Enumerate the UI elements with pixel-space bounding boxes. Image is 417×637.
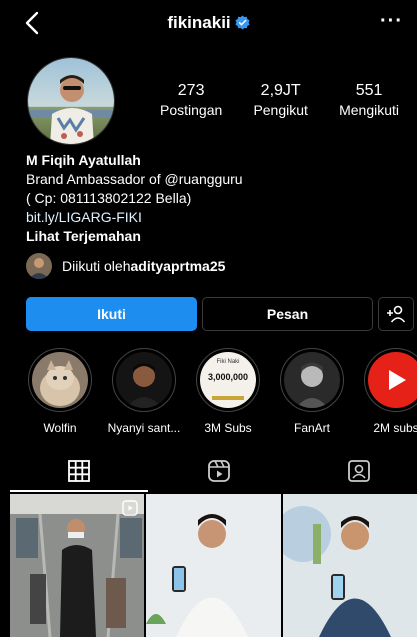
profile-avatar[interactable] bbox=[27, 57, 115, 145]
highlight-3m-subs[interactable]: Fiki Naki 3,000,000 3M Subs bbox=[186, 348, 270, 435]
verified-badge-icon bbox=[235, 15, 250, 30]
bio-line-1: Brand Ambassador of @ruangguru bbox=[26, 171, 243, 187]
highlight-cover bbox=[368, 352, 417, 408]
add-person-icon bbox=[387, 305, 406, 323]
highlight-label: 3M Subs bbox=[204, 421, 252, 435]
highlight-ring bbox=[112, 348, 176, 412]
active-tab-indicator bbox=[10, 490, 148, 492]
highlight-cover: Fiki Naki 3,000,000 bbox=[200, 352, 256, 408]
profile-stats: 273 Postingan 2,9JT Pengikut 551 Mengiku… bbox=[160, 82, 399, 122]
bio-link[interactable]: bit.ly/LIGARG-FIKI bbox=[26, 208, 396, 227]
profile-full-name: M Fiqih Ayatullah bbox=[26, 152, 141, 168]
highlight-fanart[interactable]: FanArt bbox=[270, 348, 354, 435]
highlight-cover bbox=[284, 352, 340, 408]
username: fikinakii bbox=[167, 13, 231, 32]
profile-tabs bbox=[0, 452, 417, 492]
highlight-ring bbox=[280, 348, 344, 412]
highlight-cover bbox=[32, 352, 88, 408]
profile-username-header: fikinakii bbox=[0, 13, 417, 33]
message-button[interactable]: Pesan bbox=[202, 297, 373, 331]
stat-followers-count: 2,9JT bbox=[260, 82, 301, 99]
stat-following-count: 551 bbox=[355, 82, 383, 99]
highlight-wolfin[interactable]: Wolfin bbox=[18, 348, 102, 435]
highlight-cover-caption: Fiki Naki bbox=[216, 359, 240, 365]
profile-bio: M Fiqih Ayatullah Brand Ambassador of @r… bbox=[26, 151, 396, 246]
stat-followers-label: Pengikut bbox=[253, 102, 308, 118]
highlight-cover-count: 3,000,000 bbox=[207, 372, 249, 382]
grid-icon[interactable] bbox=[67, 459, 91, 483]
highlight-cover bbox=[116, 352, 172, 408]
stat-followers[interactable]: 2,9JT Pengikut bbox=[253, 82, 307, 122]
highlight-ring bbox=[28, 348, 92, 412]
see-translation-link[interactable]: Lihat Terjemahan bbox=[26, 227, 396, 246]
highlight-label: 2M subs bbox=[373, 421, 417, 435]
highlight-cover-bar bbox=[212, 396, 244, 400]
post-thumbnail[interactable] bbox=[146, 494, 281, 637]
stat-following[interactable]: 551 Mengikuti bbox=[339, 82, 399, 122]
more-options-icon[interactable]: ··· bbox=[380, 10, 403, 33]
story-highlights: Wolfin Nyanyi sant... Fiki Naki 3,000,00… bbox=[20, 348, 417, 438]
stat-posts-label: Postingan bbox=[160, 102, 223, 118]
tagged-icon[interactable] bbox=[347, 459, 371, 483]
highlight-ring bbox=[364, 348, 417, 412]
highlight-label: FanArt bbox=[293, 421, 330, 435]
highlight-2m-subs[interactable]: 2M subs bbox=[354, 348, 417, 435]
followed-by-prefix: Diikuti oleh bbox=[62, 258, 131, 274]
avatar-photo bbox=[28, 58, 114, 144]
top-bar: fikinakii ··· bbox=[0, 0, 417, 48]
play-icon bbox=[389, 370, 406, 390]
followed-by-user: adityaprtma25 bbox=[130, 258, 226, 274]
post-thumbnail[interactable] bbox=[10, 494, 145, 637]
follow-button[interactable]: Ikuti bbox=[26, 297, 197, 331]
highlight-label: Wolfin bbox=[43, 421, 77, 435]
highlight-nyanyi[interactable]: Nyanyi sant... bbox=[102, 348, 186, 435]
stat-posts-count: 273 bbox=[177, 82, 205, 99]
highlight-ring: Fiki Naki 3,000,000 bbox=[196, 348, 260, 412]
reels-badge-icon bbox=[122, 500, 139, 516]
stat-following-label: Mengikuti bbox=[339, 102, 399, 118]
suggest-people-button[interactable] bbox=[378, 297, 414, 331]
mutual-follower-avatar bbox=[26, 253, 52, 279]
post-thumbnail[interactable] bbox=[282, 494, 417, 637]
post-grid bbox=[10, 494, 417, 637]
followed-by[interactable]: Diikuti oleh adityaprtma25 bbox=[26, 253, 225, 279]
reels-icon[interactable] bbox=[207, 459, 231, 483]
highlight-label: Nyanyi sant... bbox=[107, 421, 181, 435]
stat-posts[interactable]: 273 Postingan bbox=[160, 82, 222, 122]
bio-line-2: ( Cp: 081113802122 Bella) bbox=[26, 190, 192, 206]
